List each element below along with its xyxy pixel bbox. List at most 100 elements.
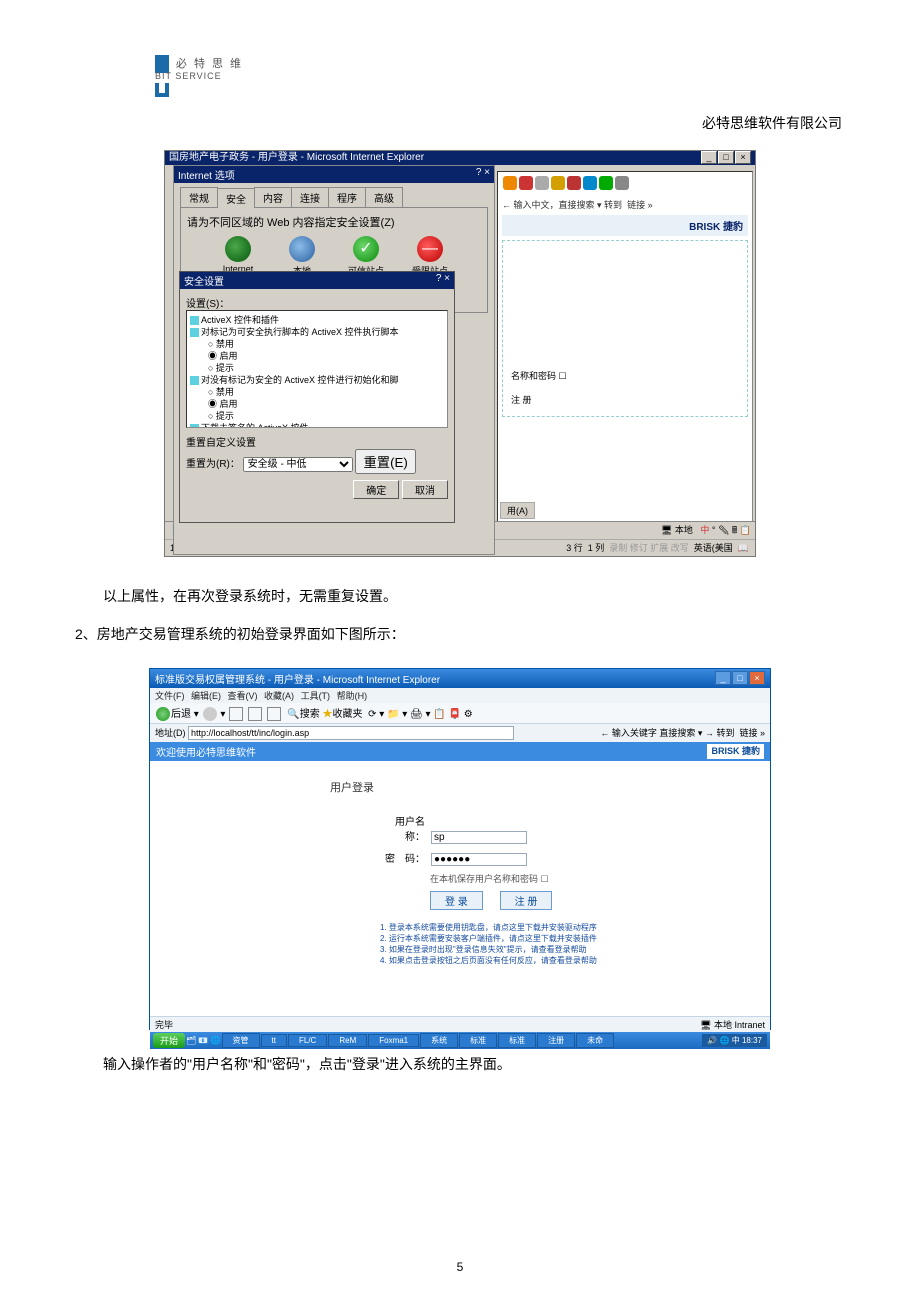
tab-general[interactable]: 常规: [180, 187, 218, 207]
browser-content: ← 输入中文，直接搜索 ▾ 转到 链接 » BRISK 捷豹 名称和密码 ☐ 注…: [497, 171, 753, 522]
reset-label: 重置为(R)：: [186, 459, 240, 470]
reset-select[interactable]: 安全级 - 中低: [243, 457, 353, 472]
ok-button[interactable]: 确定: [353, 480, 399, 499]
reset-group: 重置自定义设置: [186, 434, 448, 449]
tb-icon[interactable]: [519, 176, 533, 190]
maximize-icon[interactable]: □: [718, 151, 734, 164]
settings-list[interactable]: ActiveX 控件和插件 对标记为可安全执行脚本的 ActiveX 控件执行脚…: [186, 310, 448, 428]
tab-advanced[interactable]: 高级: [365, 187, 403, 207]
address-right: ← 输入关键字 直接搜索 ▾ → 转到 链接 »: [600, 726, 765, 739]
address-input[interactable]: [188, 726, 514, 740]
username-input[interactable]: [431, 831, 527, 844]
password-input[interactable]: [431, 853, 527, 866]
settings-label: 设置(S)：: [186, 295, 448, 310]
search-bar: ← 输入中文，直接搜索 ▾ 转到 链接 »: [502, 198, 748, 211]
check-icon: [353, 236, 379, 262]
task-item[interactable]: 标准: [498, 1033, 536, 1048]
go-button[interactable]: 转到: [716, 728, 734, 738]
task-item[interactable]: Foxma1: [368, 1034, 419, 1047]
tab-content[interactable]: 内容: [254, 187, 292, 207]
login-title: 用户登录: [330, 779, 600, 795]
menu-tools[interactable]: 工具(T): [301, 691, 331, 701]
local-icon: [289, 236, 315, 262]
status-zone: 🖥 本地 Intranet: [700, 1018, 765, 1031]
brisk-label: BRISK 捷豹: [707, 744, 764, 759]
back-icon[interactable]: [156, 707, 170, 721]
figure-ie-security: 国房地产电子政务 - 用户登录 - Microsoft Internet Exp…: [75, 150, 845, 557]
login-form: 用户登录 用户名称： 密 码： 在本机保存用户名称和密码 ☐ 登 录 注 册 1…: [330, 779, 600, 966]
links-label[interactable]: 链接: [739, 728, 757, 738]
tab-connections[interactable]: 连接: [291, 187, 329, 207]
forward-icon[interactable]: [203, 707, 217, 721]
close-icon[interactable]: ×: [735, 151, 751, 164]
maximize-icon[interactable]: □: [732, 671, 748, 685]
go-button[interactable]: 转到: [604, 200, 622, 210]
toolbar-icons: [498, 172, 752, 194]
star-icon[interactable]: ★: [323, 709, 333, 720]
login-button[interactable]: 登 录: [430, 891, 483, 910]
task-item[interactable]: 资管: [222, 1033, 260, 1048]
dialog-close-buttons[interactable]: ? ×: [476, 167, 490, 178]
page-number: 5: [0, 1260, 920, 1274]
username-label: 用户名称：: [380, 813, 425, 843]
logo-text-cn: 必 特 思 维: [176, 55, 243, 71]
page-main: 用户登录 用户名称： 密 码： 在本机保存用户名称和密码 ☐ 登 录 注 册 1…: [150, 761, 770, 1016]
refresh-icon[interactable]: [248, 707, 262, 721]
tb-icon[interactable]: [615, 176, 629, 190]
address-label: 地址(D): [155, 728, 186, 738]
taskbar: 开始 🗂 📧 🌐 资管 tt FL/C ReM Foxma1 系统 标准 标准 …: [150, 1032, 770, 1049]
tb-icon[interactable]: [567, 176, 581, 190]
search-label[interactable]: 搜索: [300, 709, 320, 720]
menu-fav[interactable]: 收藏(A): [264, 691, 294, 701]
menu-view[interactable]: 查看(V): [228, 691, 258, 701]
menu-edit[interactable]: 编辑(E): [191, 691, 221, 701]
task-item[interactable]: tt: [261, 1034, 287, 1047]
security-settings-dialog: 安全设置? × 设置(S)： ActiveX 控件和插件 对标记为可安全执行脚本…: [179, 271, 455, 523]
register-label[interactable]: 注 册: [511, 393, 532, 406]
tab-security[interactable]: 安全: [217, 188, 255, 208]
register-button[interactable]: 注 册: [500, 891, 553, 910]
cancel-button[interactable]: 取消: [402, 480, 448, 499]
window-title: 标准版交易权属管理系统 - 用户登录 - Microsoft Internet …: [155, 675, 440, 686]
links-label[interactable]: 链接: [627, 200, 645, 210]
menu-bar: 文件(F) 编辑(E) 查看(V) 收藏(A) 工具(T) 帮助(H): [150, 688, 770, 703]
back-label[interactable]: 后退: [171, 709, 191, 720]
task-item[interactable]: 标准: [459, 1033, 497, 1048]
window-title: 国房地产电子政务 - 用户登录 - Microsoft Internet Exp…: [169, 152, 424, 163]
task-item[interactable]: 系统: [420, 1033, 458, 1048]
header-company: 必特思维软件有限公司: [702, 113, 842, 133]
reset-button[interactable]: 重置(E): [355, 449, 415, 474]
minimize-icon[interactable]: _: [701, 151, 717, 164]
tb-icon[interactable]: [583, 176, 597, 190]
minimize-icon[interactable]: _: [715, 671, 731, 685]
tb-icon[interactable]: [551, 176, 565, 190]
dialog-title: Internet 选项? ×: [174, 166, 494, 183]
task-item[interactable]: 未命: [576, 1033, 614, 1048]
menu-help[interactable]: 帮助(H): [337, 691, 368, 701]
tab-programs[interactable]: 程序: [328, 187, 366, 207]
home-icon[interactable]: [267, 707, 281, 721]
status-done: 完毕: [155, 1018, 173, 1031]
menu-file[interactable]: 文件(F): [155, 691, 185, 701]
window-buttons: _□×: [714, 671, 765, 685]
window-buttons: _□×: [700, 151, 751, 165]
start-button[interactable]: 开始: [153, 1033, 185, 1048]
task-item[interactable]: ReM: [328, 1034, 367, 1047]
tb-icon[interactable]: [599, 176, 613, 190]
task-item[interactable]: 注册: [537, 1033, 575, 1048]
fav-label[interactable]: 收藏夹: [333, 709, 363, 720]
stop-icon[interactable]: [229, 707, 243, 721]
header-logo: 必 特 思 维 BIT SERVICE: [155, 55, 243, 97]
remember-checkbox[interactable]: 在本机保存用户名称和密码 ☐: [430, 872, 600, 885]
task-item[interactable]: FL/C: [288, 1034, 327, 1047]
search-hint: ← 输入关键字 直接搜索: [600, 728, 695, 738]
close-icon[interactable]: ×: [749, 671, 765, 685]
password-label: 密 码：: [380, 850, 425, 865]
tb-icon[interactable]: [535, 176, 549, 190]
apply-button-partial[interactable]: 用(A): [500, 502, 535, 519]
welcome-text: 欢迎使用必特思维软件: [156, 744, 256, 759]
page-panel: 名称和密码 ☐ 注 册: [502, 240, 748, 417]
tb-icon[interactable]: [503, 176, 517, 190]
tabs: 常规安全内容连接程序高级: [174, 183, 494, 207]
dialog-close-buttons[interactable]: ? ×: [436, 273, 450, 284]
